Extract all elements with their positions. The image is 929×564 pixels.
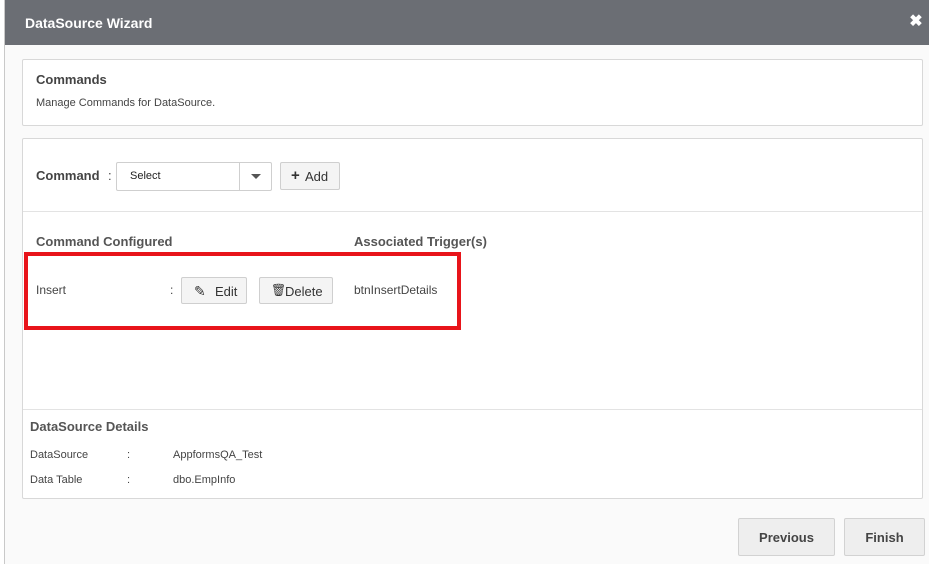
column-header-command: Command Configured bbox=[36, 234, 173, 249]
select-divider bbox=[239, 163, 240, 190]
row-colon: : bbox=[170, 283, 174, 297]
data-table-label: Data Table bbox=[30, 474, 83, 486]
associated-trigger: btnInsertDetails bbox=[354, 283, 438, 297]
delete-button-label: Delete bbox=[285, 284, 323, 299]
pencil-icon: ✎ bbox=[194, 283, 206, 299]
datasource-details-heading: DataSource Details bbox=[30, 419, 149, 434]
previous-button[interactable]: Previous bbox=[738, 518, 835, 556]
data-table-colon: : bbox=[127, 474, 131, 486]
delete-button[interactable]: 🗑 Delete bbox=[259, 277, 333, 304]
edit-button-label: Edit bbox=[215, 284, 238, 299]
commands-description: Manage Commands for DataSource. bbox=[36, 97, 216, 109]
data-table-value: dbo.EmpInfo bbox=[173, 474, 236, 486]
datasource-colon: : bbox=[127, 449, 131, 461]
chevron-down-icon[interactable] bbox=[251, 174, 261, 179]
divider bbox=[23, 211, 922, 212]
datasource-value: AppformsQA_Test bbox=[173, 449, 263, 461]
command-select[interactable]: Select bbox=[116, 162, 272, 191]
add-command-button[interactable]: + Add bbox=[280, 162, 340, 190]
commands-config-panel: Command : Select + Add Command Configure… bbox=[22, 138, 923, 499]
plus-icon: + bbox=[291, 167, 300, 184]
trash-icon: 🗑 bbox=[271, 283, 287, 297]
command-select-value: Select bbox=[130, 170, 161, 182]
finish-button[interactable]: Finish bbox=[844, 518, 925, 556]
divider bbox=[23, 409, 922, 410]
command-label: Command bbox=[36, 168, 100, 183]
commands-info-panel: Commands Manage Commands for DataSource. bbox=[22, 59, 923, 126]
window-titlebar: DataSource Wizard ✖ bbox=[5, 0, 929, 45]
edit-button[interactable]: ✎ Edit bbox=[181, 277, 247, 304]
datasource-wizard-window: DataSource Wizard ✖ Commands Manage Comm… bbox=[4, 0, 929, 564]
command-name: Insert bbox=[36, 283, 67, 297]
datasource-label: DataSource bbox=[30, 449, 89, 461]
command-colon: : bbox=[108, 168, 112, 183]
add-button-label: Add bbox=[305, 169, 329, 184]
close-icon[interactable]: ✖ bbox=[908, 13, 924, 31]
column-header-trigger: Associated Trigger(s) bbox=[354, 234, 487, 249]
window-title: DataSource Wizard bbox=[25, 15, 153, 31]
commands-heading: Commands bbox=[36, 72, 107, 87]
